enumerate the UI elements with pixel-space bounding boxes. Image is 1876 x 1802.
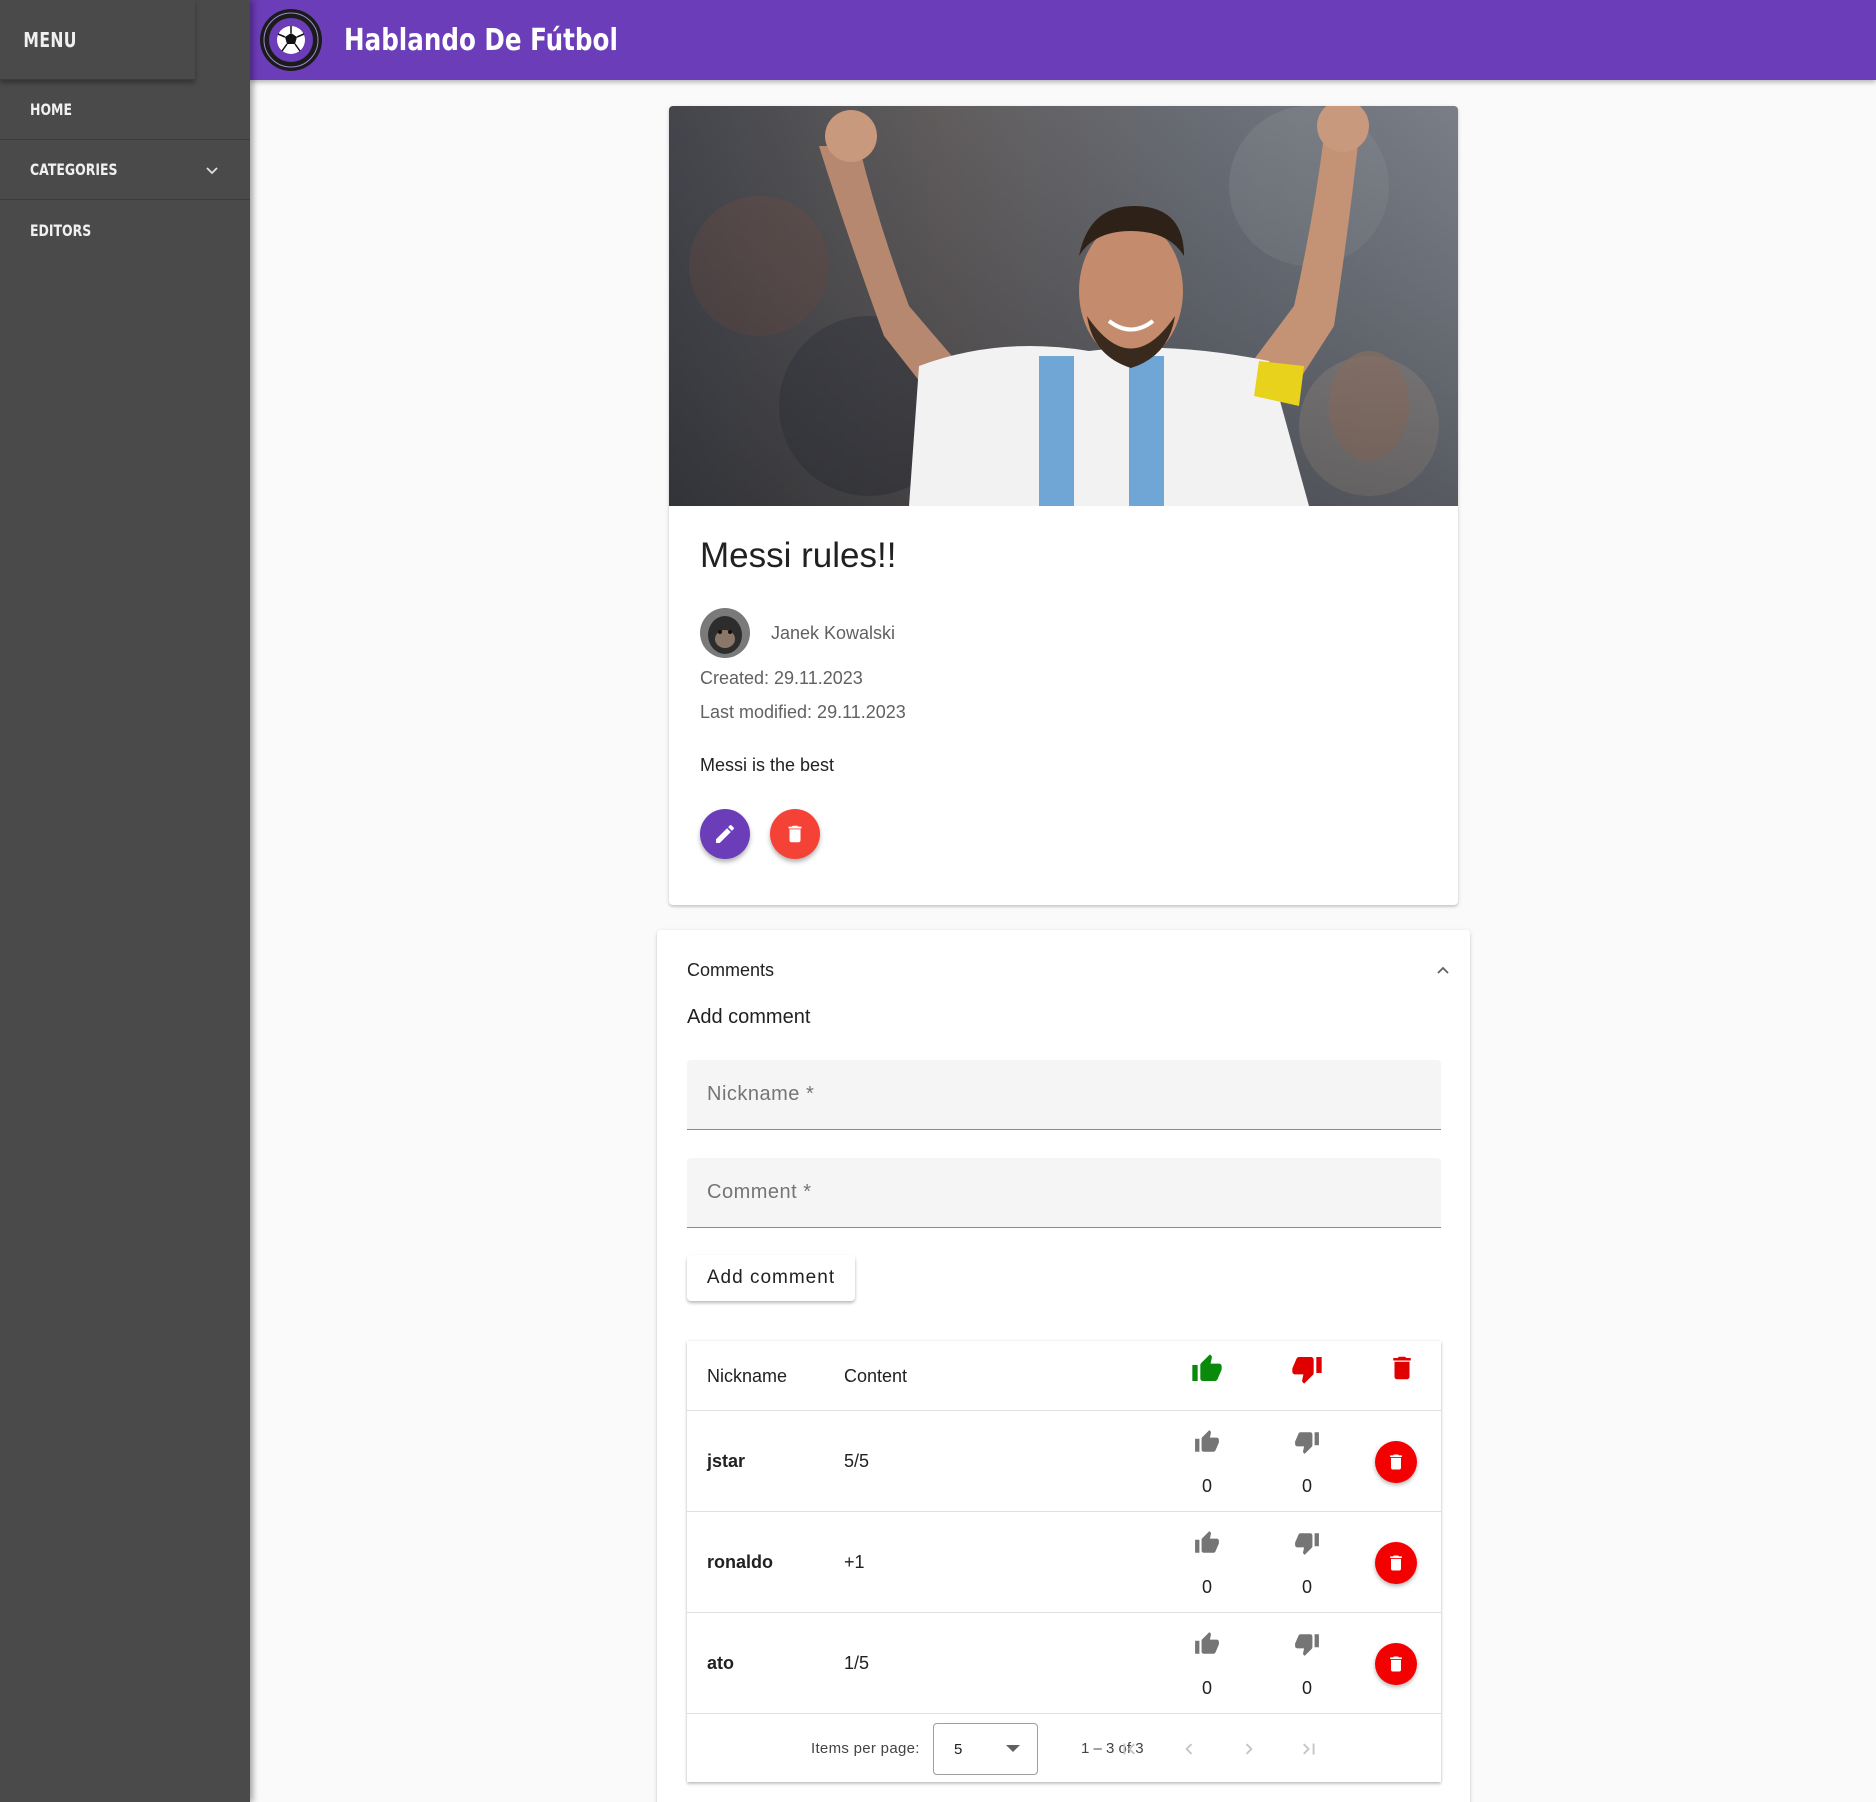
trash-icon: [1390, 1555, 1402, 1571]
trash-icon: [788, 825, 802, 843]
logo-icon[interactable]: [258, 7, 324, 73]
content-header[interactable]: Content: [844, 1341, 907, 1411]
created-date: Created: 29.11.2023: [700, 668, 863, 688]
thumb-up-icon: [1192, 1354, 1222, 1381]
comments-panel-header[interactable]: Comments: [657, 930, 1470, 1010]
comments-panel: Comments Add comment Add comment Nicknam…: [657, 930, 1470, 1802]
comment-nickname: ronaldo: [707, 1552, 773, 1572]
dislike-control: 0: [1287, 1631, 1327, 1699]
sidebar-item-categories[interactable]: CATEGORIES: [0, 140, 250, 200]
article-content: Messi is the best: [700, 755, 835, 775]
items-per-page-select[interactable]: 5: [933, 1723, 1038, 1775]
comments-panel-title: Comments: [687, 959, 775, 980]
comment-nickname: jstar: [707, 1451, 746, 1471]
trash-icon: [1390, 1454, 1402, 1470]
dropdown-arrow-icon: [1006, 1745, 1020, 1752]
top-bar: Hablando De Fútbol: [250, 0, 1876, 80]
items-per-page-value: 5: [954, 1740, 963, 1758]
delete-comment-button[interactable]: [1375, 1542, 1417, 1584]
trash-icon: [1393, 1356, 1411, 1380]
comment-content: +1: [844, 1552, 865, 1572]
comment-input[interactable]: [707, 1158, 1441, 1227]
chevron-down-icon: [206, 166, 218, 174]
delete-comment-button[interactable]: [1375, 1643, 1417, 1685]
pencil-icon: [716, 824, 735, 843]
like-control: 0: [1187, 1530, 1227, 1598]
like-count: 0: [1201, 1577, 1212, 1597]
nickname-input[interactable]: [707, 1060, 1441, 1129]
add-comment-heading: Add comment: [687, 1006, 811, 1028]
chevron-up-icon[interactable]: [1434, 961, 1452, 979]
last-page-icon: [1303, 1743, 1315, 1755]
sidebar-item-home[interactable]: HOME: [0, 80, 250, 140]
delete-comment-button[interactable]: [1375, 1441, 1417, 1483]
delete-header: [1382, 1353, 1422, 1383]
avatar: [700, 608, 750, 658]
thumb-up-icon[interactable]: [1194, 1429, 1220, 1455]
nickname-field[interactable]: [687, 1060, 1441, 1130]
dislike-control: 0: [1287, 1530, 1327, 1598]
nickname-header[interactable]: Nickname: [707, 1341, 787, 1411]
thumb-down-icon[interactable]: [1294, 1429, 1320, 1455]
likes-header: [1187, 1353, 1227, 1385]
paginator: Items per page: 5 1 – 3 of 3: [687, 1715, 1441, 1782]
sidebar: MENU HOME CATEGORIES EDITORS: [0, 0, 250, 1802]
next-page-icon: [1245, 1743, 1253, 1755]
first-page-icon: [1123, 1743, 1135, 1755]
first-page-button[interactable]: [1113, 1733, 1145, 1765]
sidebar-item-label: HOME: [30, 100, 72, 119]
table-header-row: Nickname Content: [687, 1341, 1441, 1411]
delete-button[interactable]: [770, 809, 820, 859]
table-row: ato 1/5 0 0: [687, 1613, 1441, 1714]
article-image: [669, 106, 1458, 506]
menu-title: MENU: [0, 0, 195, 80]
trash-icon: [1390, 1656, 1402, 1672]
table-row: jstar 5/5 0 0: [687, 1411, 1441, 1512]
thumb-down-icon: [1292, 1357, 1322, 1384]
table-row: ronaldo +1 0 0: [687, 1512, 1441, 1613]
app-title[interactable]: Hablando De Fútbol: [344, 23, 618, 58]
sidebar-item-editors[interactable]: EDITORS: [0, 200, 250, 260]
last-page-button[interactable]: [1293, 1733, 1325, 1765]
like-count: 0: [1201, 1678, 1212, 1698]
dislike-count: 0: [1301, 1577, 1312, 1597]
next-page-button[interactable]: [1233, 1733, 1265, 1765]
modified-date: Last modified: 29.11.2023: [700, 702, 906, 722]
thumb-up-icon[interactable]: [1194, 1631, 1220, 1657]
dislike-control: 0: [1287, 1429, 1327, 1497]
article-card: Messi rules!! Janek Kowalski Created: 29…: [669, 106, 1458, 905]
dislike-count: 0: [1301, 1678, 1312, 1698]
author-name: Janek Kowalski: [771, 622, 896, 643]
author-row: Janek Kowalski: [700, 608, 1427, 658]
dislike-count: 0: [1301, 1476, 1312, 1496]
comment-content: 1/5: [844, 1653, 870, 1673]
sidebar-item-label: EDITORS: [30, 220, 92, 240]
add-comment-button[interactable]: Add comment: [687, 1255, 855, 1301]
comment-content: 5/5: [844, 1451, 870, 1471]
article-actions: [700, 809, 1427, 859]
items-per-page-label: Items per page:: [811, 1740, 920, 1757]
comment-nickname: ato: [707, 1653, 734, 1673]
comments-table: Nickname Content jstar 5/5 0 0 ronaldo +…: [687, 1341, 1441, 1782]
prev-page-icon: [1185, 1743, 1193, 1755]
thumb-up-icon[interactable]: [1194, 1530, 1220, 1556]
like-control: 0: [1187, 1631, 1227, 1699]
dislikes-header: [1287, 1353, 1327, 1385]
previous-page-button[interactable]: [1173, 1733, 1205, 1765]
edit-button[interactable]: [700, 809, 750, 859]
thumb-down-icon[interactable]: [1294, 1530, 1320, 1556]
like-control: 0: [1187, 1429, 1227, 1497]
comment-field[interactable]: [687, 1158, 1441, 1228]
article-title: Messi rules!!: [700, 536, 897, 575]
sidebar-item-label: CATEGORIES: [30, 160, 118, 179]
thumb-down-icon[interactable]: [1294, 1631, 1320, 1657]
like-count: 0: [1201, 1476, 1212, 1496]
